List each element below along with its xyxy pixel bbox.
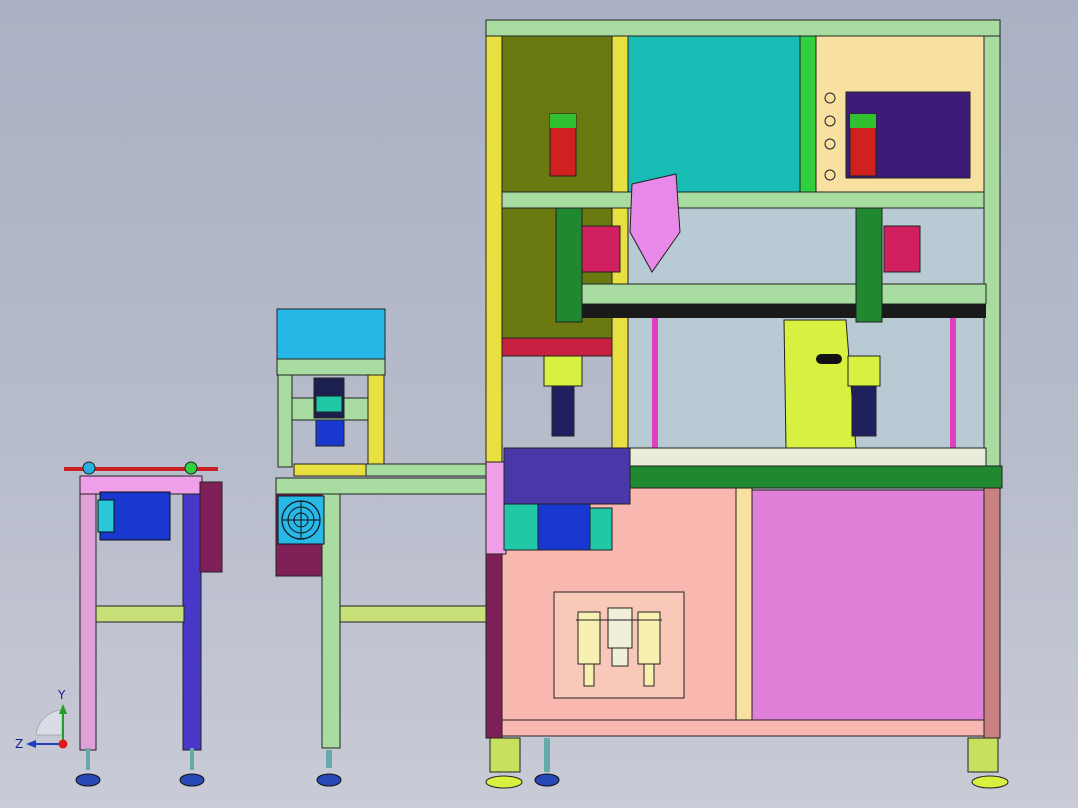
middle-station[interactable] bbox=[275, 308, 489, 787]
axis-z-label: Z bbox=[15, 737, 23, 751]
leveling-foot bbox=[75, 773, 101, 787]
indexer-motor-cap bbox=[503, 503, 539, 551]
pink-rod-right bbox=[950, 318, 956, 448]
green-post bbox=[799, 35, 817, 193]
conveyor-end-block bbox=[485, 461, 507, 555]
leveling-foot bbox=[316, 773, 342, 787]
indexer-motor-end bbox=[589, 507, 613, 551]
sensor-knob-blue bbox=[82, 461, 96, 475]
indexer-motor bbox=[537, 503, 591, 551]
left-stand-crossbar bbox=[95, 605, 185, 623]
cabinet-divider bbox=[735, 487, 753, 721]
conveyor-rail bbox=[365, 463, 487, 477]
foot-stem bbox=[544, 738, 550, 772]
z-axis-right bbox=[855, 207, 883, 323]
gripper-motor-left bbox=[581, 225, 621, 273]
indicator-button[interactable] bbox=[824, 169, 836, 181]
frame-post-left bbox=[485, 19, 503, 491]
frame-top-beam bbox=[485, 19, 1001, 37]
cabinet-leg-right bbox=[983, 487, 1001, 739]
work-table bbox=[611, 447, 987, 467]
teal-panel bbox=[627, 35, 801, 193]
pink-rod-left bbox=[652, 318, 658, 448]
press-top-box bbox=[276, 308, 386, 360]
linear-rail-track bbox=[566, 304, 986, 318]
cad-viewport[interactable]: Y Z bbox=[0, 0, 1078, 808]
indicator-button[interactable] bbox=[824, 138, 836, 150]
gripper-head-right bbox=[847, 355, 881, 387]
left-stand-leg-purple bbox=[182, 479, 202, 751]
middle-table-top bbox=[275, 477, 489, 495]
cabinet-base-rail bbox=[485, 719, 999, 737]
axis-y-label: Y bbox=[57, 688, 66, 702]
indicator-button[interactable] bbox=[824, 115, 836, 127]
fan-icon bbox=[277, 495, 325, 545]
leveling-foot bbox=[179, 773, 205, 787]
foot-stem bbox=[86, 748, 90, 770]
left-stand-roller bbox=[79, 475, 203, 495]
red-beam bbox=[501, 337, 613, 357]
leveling-foot bbox=[485, 737, 523, 789]
indexer-mechanism bbox=[503, 447, 631, 505]
gripper-head-left bbox=[543, 355, 583, 387]
gripper-body-left bbox=[551, 385, 575, 437]
frame-mid-beam bbox=[501, 191, 985, 209]
leveling-foot bbox=[534, 773, 560, 787]
foot-stem bbox=[326, 750, 332, 768]
press-column-left bbox=[277, 374, 293, 468]
main-machine[interactable] bbox=[485, 19, 1009, 789]
foot-stem bbox=[190, 748, 194, 770]
left-stand-leg-pink bbox=[79, 479, 97, 751]
linear-rail bbox=[565, 283, 987, 305]
left-stand-side-box bbox=[199, 481, 223, 573]
left-stand[interactable] bbox=[64, 461, 223, 787]
assembly-drawing[interactable]: Y Z bbox=[0, 0, 1078, 808]
middle-crossbar bbox=[339, 605, 487, 623]
middle-leg bbox=[321, 493, 341, 749]
air-filter-regulator-icon bbox=[553, 591, 685, 699]
press-block bbox=[315, 395, 343, 413]
press-top-plate bbox=[276, 358, 386, 376]
gripper-body-right bbox=[851, 385, 877, 437]
frame-post-right bbox=[983, 19, 1001, 469]
servo-motor-cap bbox=[550, 114, 576, 128]
press-column-right bbox=[367, 374, 385, 468]
left-stand-motor-cap bbox=[97, 499, 115, 533]
z-axis-left bbox=[555, 207, 583, 323]
indicator-button[interactable] bbox=[824, 92, 836, 104]
robot-slot bbox=[816, 354, 842, 364]
robot-body bbox=[783, 319, 857, 449]
sensor-knob-green bbox=[184, 461, 198, 475]
press-base-plate bbox=[293, 463, 367, 477]
cabinet-panel-right bbox=[751, 489, 985, 721]
gripper-motor-right bbox=[883, 225, 921, 273]
axis-triad-icon: Y Z bbox=[15, 688, 68, 751]
servo-motor-cap bbox=[850, 114, 876, 128]
press-cylinder bbox=[315, 419, 345, 447]
table-rail bbox=[611, 465, 1003, 489]
leveling-foot bbox=[967, 737, 1009, 789]
